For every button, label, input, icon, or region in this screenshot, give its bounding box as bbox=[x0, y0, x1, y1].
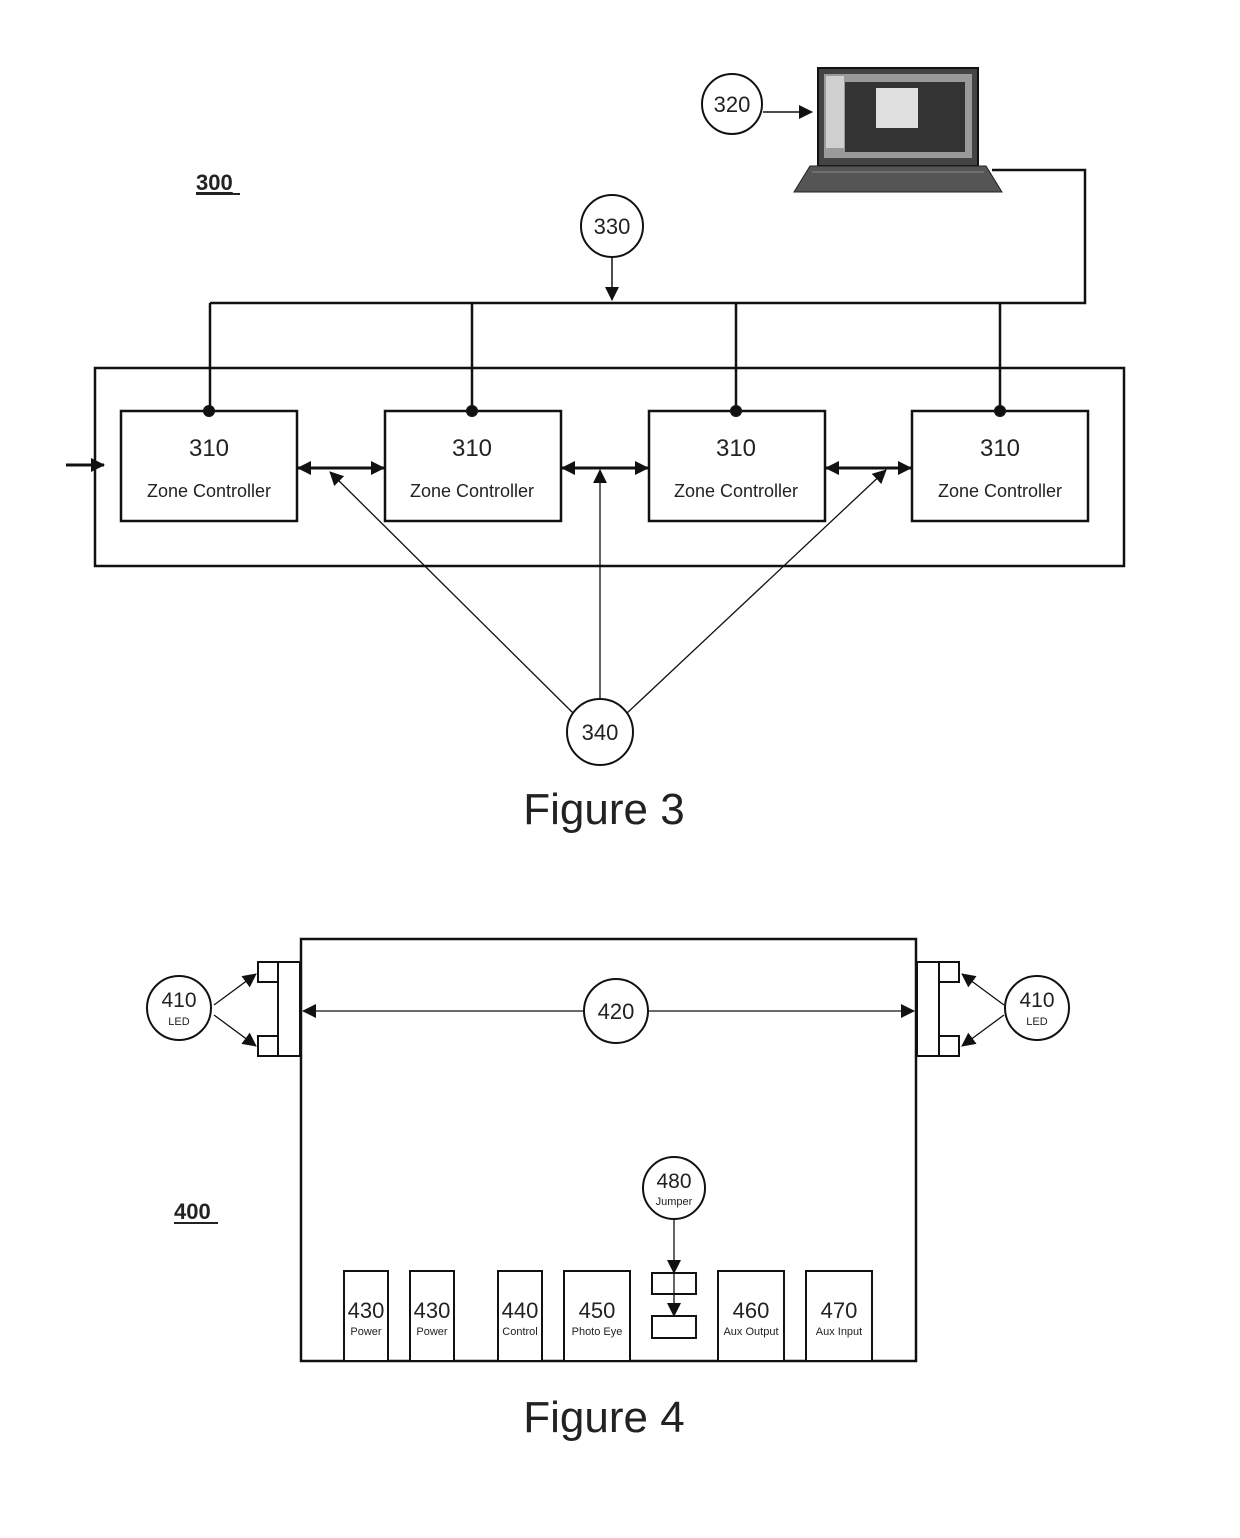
jumper-label: Jumper bbox=[656, 1196, 693, 1208]
zone-controller-ref: 310 bbox=[980, 435, 1020, 462]
network-bus bbox=[208, 168, 1087, 410]
port-450-photo-eye: 450 Photo Eye bbox=[563, 1270, 631, 1362]
port-label: Aux Input bbox=[816, 1326, 862, 1338]
figure-3-ref-label: 300 bbox=[196, 170, 233, 195]
led-ref: 410 bbox=[161, 989, 196, 1012]
zone-controller-ref: 310 bbox=[189, 435, 229, 462]
jumper-pin-bottom bbox=[651, 1315, 697, 1339]
port-ref: 460 bbox=[733, 1298, 770, 1323]
port-label: Power bbox=[350, 1326, 382, 1338]
led-label: LED bbox=[1026, 1016, 1047, 1028]
zone-controller-3: 310 Zone Controller bbox=[647, 405, 827, 523]
callout-330-text: 330 bbox=[594, 214, 631, 239]
patent-drawing: 300 320 330 310 Zone Controller 310 Zone… bbox=[66, 67, 1126, 1442]
led-bracket-left bbox=[257, 961, 301, 1057]
port-ref: 430 bbox=[414, 1298, 451, 1323]
port-ref: 470 bbox=[821, 1298, 858, 1323]
callout-330: 330 bbox=[580, 194, 644, 301]
port-ref: 440 bbox=[502, 1298, 539, 1323]
port-470-aux-input: 470 Aux Input bbox=[805, 1270, 873, 1362]
port-460-aux-output: 460 Aux Output bbox=[717, 1270, 785, 1362]
port-ref: 430 bbox=[348, 1298, 385, 1323]
laptop-icon bbox=[793, 67, 1003, 193]
zone-controller-label: Zone Controller bbox=[674, 481, 798, 501]
figure-4-caption: Figure 4 bbox=[523, 1393, 684, 1442]
port-label: Control bbox=[502, 1326, 537, 1338]
port-440-control: 440 Control bbox=[497, 1270, 543, 1362]
callout-410-left: 410 LED bbox=[146, 973, 257, 1047]
figure-3-caption: Figure 3 bbox=[523, 785, 684, 834]
callout-320-text: 320 bbox=[714, 92, 751, 117]
led-bracket-right bbox=[916, 961, 960, 1057]
led-ref: 410 bbox=[1019, 989, 1054, 1012]
figure-3: 300 320 330 310 Zone Controller 310 Zone… bbox=[66, 67, 1126, 834]
zone-controller-label: Zone Controller bbox=[938, 481, 1062, 501]
figure-4: 400 410 LED 410 LED 420 480 Jumper 430 P… bbox=[146, 937, 1070, 1442]
port-430-power-1: 430 Power bbox=[343, 1270, 389, 1362]
zone-controller-1: 310 Zone Controller bbox=[119, 405, 299, 523]
port-label: Power bbox=[416, 1326, 448, 1338]
jumper-ref: 480 bbox=[656, 1170, 691, 1193]
callout-420-text: 420 bbox=[598, 999, 635, 1024]
port-label: Photo Eye bbox=[572, 1326, 623, 1338]
zone-controller-ref: 310 bbox=[716, 435, 756, 462]
callout-320: 320 bbox=[701, 73, 813, 135]
zone-controller-2: 310 Zone Controller bbox=[383, 405, 563, 523]
zone-controller-label: Zone Controller bbox=[147, 481, 271, 501]
zone-controller-label: Zone Controller bbox=[410, 481, 534, 501]
callout-340-text: 340 bbox=[582, 720, 619, 745]
figure-4-ref-label: 400 bbox=[174, 1199, 211, 1224]
port-ref: 450 bbox=[579, 1298, 616, 1323]
port-label: Aux Output bbox=[723, 1326, 778, 1338]
led-label: LED bbox=[168, 1016, 189, 1028]
callout-410-right: 410 LED bbox=[961, 973, 1070, 1047]
zone-controller-4: 310 Zone Controller bbox=[910, 405, 1090, 523]
zone-controller-ref: 310 bbox=[452, 435, 492, 462]
port-430-power-2: 430 Power bbox=[409, 1270, 455, 1362]
